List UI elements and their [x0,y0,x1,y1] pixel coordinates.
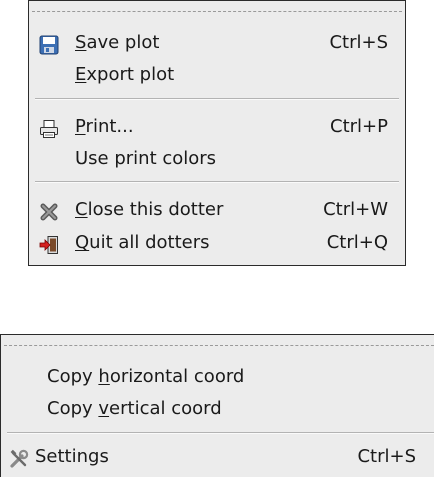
menu-item-export-plot[interactable]: Export plot [29,58,405,92]
menu-item-quit-dotters[interactable]: Quit all dotters Ctrl+Q [29,226,405,260]
settings-label: Settings [35,446,109,467]
menu-item-print[interactable]: Print... Ctrl+P [29,110,405,144]
save-plot-label: Save plot [75,32,160,53]
use-print-colors-label: Use print colors [75,148,217,169]
context-menu: Copy horizontal coord Copy vertical coor… [0,334,434,477]
menu-item-settings[interactable]: Settings Ctrl+S [1,440,434,474]
menu-item-copy-vertical-coord[interactable]: Copy vertical coord [1,392,434,426]
print-label: Print... [75,116,134,137]
close-dotter-shortcut: Ctrl+W [323,199,388,220]
settings-shortcut: Ctrl+S [357,446,416,467]
file-menu: Save plot Ctrl+S Export plot Print... Ct… [28,0,406,266]
menu-separator [35,98,399,100]
copy-horizontal-coord-label: Copy horizontal coord [47,366,245,387]
print-icon [39,117,59,138]
quit-dotters-label: Quit all dotters [75,232,210,253]
menu-item-use-print-colors[interactable]: Use print colors [29,142,405,176]
settings-icon [9,447,29,468]
export-plot-label: Export plot [75,64,175,85]
menu-item-close-dotter[interactable]: Close this dotter Ctrl+W [29,193,405,227]
menu-separator [35,181,399,183]
save-icon [39,33,59,55]
menu-item-save-plot[interactable]: Save plot Ctrl+S [29,26,405,60]
tearoff-line[interactable] [32,11,402,12]
quit-icon [39,233,59,254]
menu-item-copy-horizontal-coord[interactable]: Copy horizontal coord [1,360,434,394]
save-plot-shortcut: Ctrl+S [329,32,388,53]
tearoff-line[interactable] [4,345,434,346]
close-icon [39,200,59,221]
close-dotter-label: Close this dotter [75,199,224,220]
copy-vertical-coord-label: Copy vertical coord [47,398,222,419]
menu-separator [7,432,434,434]
print-shortcut: Ctrl+P [330,116,388,137]
quit-dotters-shortcut: Ctrl+Q [326,232,388,253]
